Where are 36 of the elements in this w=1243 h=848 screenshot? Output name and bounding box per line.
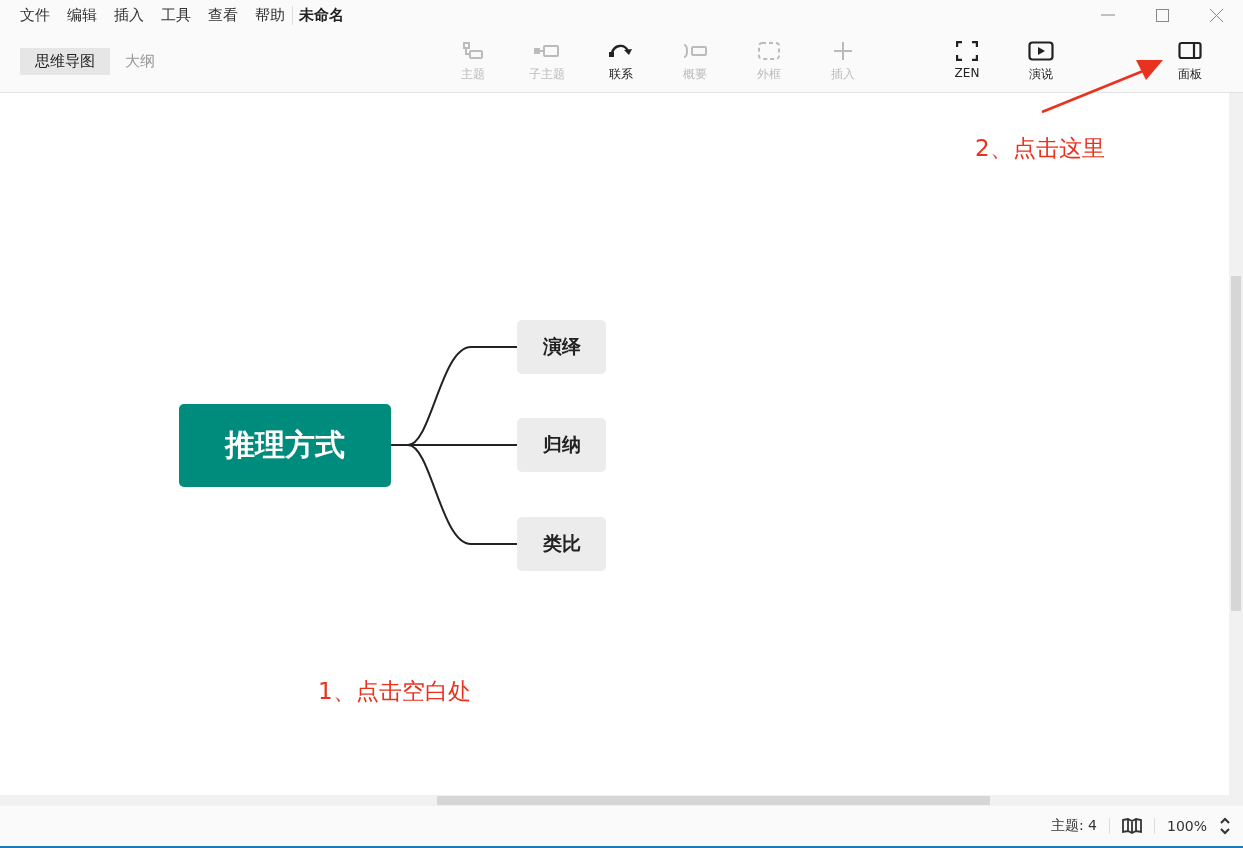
annotation-text: 2、点击这里	[975, 134, 1105, 163]
zoom-level: 100%	[1166, 818, 1207, 834]
subtopic[interactable]: 演绎	[517, 320, 606, 374]
root-topic[interactable]: 推理方式	[179, 404, 391, 487]
topic-count: 主题: 4	[1050, 817, 1097, 835]
toolbar-button[interactable]: 演说	[1004, 39, 1078, 83]
zoom-stepper-icon[interactable]	[1219, 817, 1231, 835]
plus-icon	[833, 40, 853, 61]
toolbar-button[interactable]: 面板	[1166, 39, 1214, 83]
annotation-text: 1、点击空白处	[318, 677, 471, 706]
maximize-icon	[1155, 8, 1169, 22]
close-icon	[1209, 8, 1223, 22]
view-tab[interactable]: 思维导图	[20, 47, 110, 75]
document-title: 未命名	[292, 5, 344, 25]
menu-item[interactable]: 编辑	[67, 5, 97, 25]
subtopic[interactable]: 归纳	[517, 418, 606, 472]
book-icon[interactable]	[1121, 818, 1142, 834]
vertical-scrollbar[interactable]	[1229, 93, 1243, 806]
menu-item[interactable]: 查看	[208, 5, 238, 25]
curved-arrow-icon	[608, 42, 634, 59]
menu-item[interactable]: 工具	[161, 5, 191, 25]
subtopic-icon	[534, 44, 560, 57]
menu-item[interactable]: 插入	[114, 5, 144, 25]
menu-item[interactable]: 文件	[20, 5, 50, 25]
side-panel-icon	[1178, 40, 1202, 61]
horizontal-scrollbar[interactable]	[0, 795, 1229, 806]
minimize-icon	[1101, 14, 1115, 16]
toolbar-button[interactable]: 联系	[584, 39, 658, 83]
subtopic[interactable]: 类比	[517, 517, 606, 571]
summary-icon	[682, 43, 708, 58]
play-screen-icon	[1028, 40, 1054, 61]
topic-icon	[462, 41, 484, 60]
menu-item[interactable]: 帮助	[255, 5, 285, 25]
fullscreen-icon	[956, 40, 978, 61]
boundary-icon	[758, 41, 780, 60]
toolbar-button[interactable]: ZEN	[930, 39, 1004, 83]
